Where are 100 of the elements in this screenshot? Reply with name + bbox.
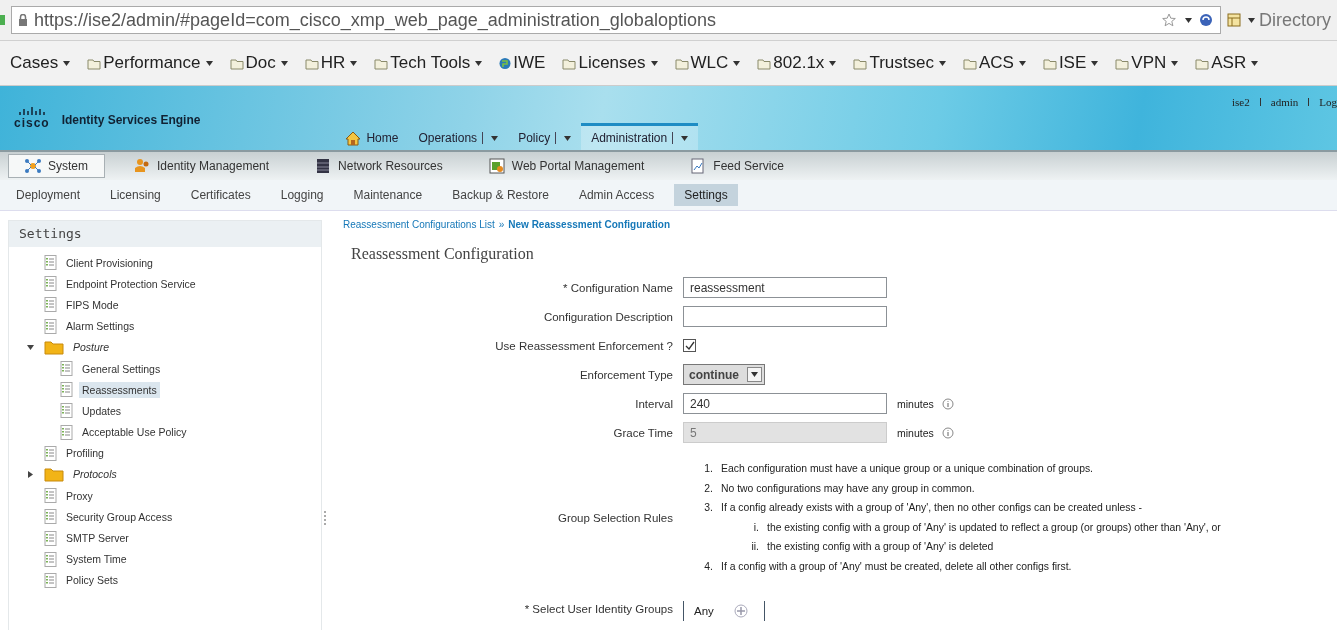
- user-link[interactable]: admin: [1270, 96, 1299, 108]
- tree-item[interactable]: System Time: [63, 551, 130, 568]
- product-name: Identity Services Engine: [61, 113, 201, 127]
- bookmark[interactable]: Tech Tools: [374, 53, 483, 73]
- tree-item[interactable]: FIPS Mode: [63, 296, 122, 313]
- field-label: Group Selection Rules: [556, 511, 673, 524]
- list-marker: 4.: [703, 560, 713, 572]
- text-field[interactable]: reassessment: [683, 277, 887, 298]
- document-icon: [60, 424, 73, 440]
- bookmark[interactable]: WLC: [674, 53, 741, 73]
- sub-tab[interactable]: Logging: [270, 184, 334, 206]
- document-icon: [44, 488, 57, 504]
- tree-item[interactable]: SMTP Server: [63, 530, 132, 547]
- sub-tab[interactable]: Deployment: [6, 184, 91, 206]
- tree-item[interactable]: Posture: [70, 339, 113, 356]
- sub-tab[interactable]: Settings: [674, 184, 738, 206]
- bookmark[interactable]: VPN: [1115, 53, 1179, 73]
- document-icon: [60, 361, 73, 377]
- bookmark[interactable]: ASR: [1195, 53, 1259, 73]
- folder-icon: [1042, 56, 1057, 70]
- nav-tab[interactable]: Administration: [581, 123, 699, 150]
- folder-icon: [1195, 56, 1210, 70]
- address-bar[interactable]: https://ise2/admin/#pageId=com_cisco_xmp_web_page_administration_globaloptions: [11, 6, 1221, 34]
- user-link[interactable]: Log: [1319, 96, 1337, 108]
- folder-icon: [44, 466, 64, 483]
- folder-icon: [229, 56, 244, 70]
- sub-tab[interactable]: Admin Access: [568, 184, 665, 206]
- section-tab[interactable]: Web Portal Management: [471, 154, 662, 178]
- caret-icon: [1248, 17, 1255, 23]
- list-marker: 3.: [703, 502, 713, 514]
- bookmark[interactable]: 802.1x: [757, 53, 837, 73]
- folder-icon: [44, 339, 64, 356]
- globe-icon: [499, 56, 512, 70]
- nav-tab[interactable]: Operations: [408, 123, 509, 150]
- list-marker: ii.: [750, 541, 759, 553]
- breadcrumb-link[interactable]: New Reassessment Configuration: [508, 219, 671, 230]
- bookmark[interactable]: Performance: [87, 53, 213, 73]
- bookmark[interactable]: Cases: [10, 53, 71, 73]
- tree-item[interactable]: Updates: [79, 402, 125, 419]
- bookmark[interactable]: IWE: [499, 53, 546, 73]
- bookmark[interactable]: Trustsec: [853, 53, 946, 73]
- plus-icon: [733, 603, 748, 618]
- tree-item[interactable]: Alarm Settings: [63, 318, 138, 335]
- field-label: Configuration Description: [542, 310, 673, 323]
- section-tab[interactable]: Identity Management: [117, 154, 287, 178]
- section-tab[interactable]: System: [8, 154, 105, 178]
- rule-text: If a config with a group of 'Any' must be created, delete all other configs first.: [721, 560, 1072, 572]
- tree-item[interactable]: Security Group Access: [63, 508, 176, 525]
- tree-item[interactable]: Protocols: [70, 466, 120, 483]
- document-icon: [60, 403, 73, 419]
- document-icon: [44, 297, 57, 313]
- nav-tab[interactable]: Home: [335, 123, 409, 150]
- document-icon: [44, 530, 57, 546]
- checkbox[interactable]: [683, 339, 696, 352]
- bookmark[interactable]: HR: [304, 53, 358, 73]
- dropdown[interactable]: continue: [683, 364, 765, 385]
- folder-icon: [757, 56, 772, 70]
- section-tab[interactable]: Feed Service: [673, 154, 801, 178]
- bookmark[interactable]: Doc: [229, 53, 288, 73]
- bookmark[interactable]: Licenses: [562, 53, 658, 73]
- tree-item[interactable]: Profiling: [63, 445, 107, 462]
- bookmark[interactable]: ACS: [962, 53, 1026, 73]
- breadcrumb-separator: »: [498, 219, 505, 230]
- tree-item[interactable]: General Settings: [79, 360, 164, 377]
- bookmark[interactable]: ISE: [1042, 53, 1099, 73]
- field-label: * Configuration Name: [562, 281, 673, 294]
- page-heading: Reassessment Configuration: [351, 245, 535, 263]
- text-field[interactable]: 240: [683, 393, 887, 414]
- document-icon: [44, 276, 57, 292]
- sub-tab[interactable]: Backup & Restore: [442, 184, 559, 206]
- splitter-handle[interactable]: [324, 511, 329, 525]
- folder-icon: [562, 56, 577, 70]
- tree-item[interactable]: Reassessments: [79, 381, 160, 398]
- rule-text: the existing config with a group of 'Any' is updated to reflect a group (or groups) other than 'Any', or: [767, 521, 1221, 533]
- directory-button[interactable]: Directory: [1227, 9, 1331, 31]
- star-icon: [1162, 13, 1176, 27]
- document-icon: [44, 551, 57, 567]
- section-tab[interactable]: Network Resources: [298, 154, 460, 178]
- sub-tab[interactable]: Maintenance: [343, 184, 433, 206]
- logo-text: cisco: [14, 116, 50, 130]
- lock-icon: [18, 14, 28, 26]
- rule-text: Each configuration must have a unique group or a unique combination of groups.: [721, 463, 1093, 475]
- breadcrumb-link[interactable]: Reassessment Configurations List: [343, 219, 495, 230]
- folder-icon: [374, 56, 389, 70]
- user-link[interactable]: ise2: [1232, 96, 1250, 108]
- tree-item[interactable]: Proxy: [63, 487, 96, 504]
- group-picker[interactable]: Any: [683, 600, 765, 621]
- tree-item[interactable]: Acceptable Use Policy: [79, 424, 190, 441]
- document-icon: [44, 509, 57, 525]
- field-label: Enforcement Type: [578, 368, 673, 381]
- sub-tab[interactable]: Licensing: [100, 184, 171, 206]
- nav-tab[interactable]: Policy: [508, 123, 582, 150]
- text-field[interactable]: [683, 306, 887, 327]
- tree-item[interactable]: Endpoint Protection Service: [63, 275, 199, 292]
- tree-item[interactable]: Policy Sets: [63, 572, 121, 589]
- field-label: Use Reassessment Enforcement ?: [494, 339, 673, 352]
- logo-bars-icon: [18, 107, 45, 116]
- network-nodes-icon: [25, 158, 41, 174]
- tree-item[interactable]: Client Provisioning: [63, 254, 156, 271]
- sub-tab[interactable]: Certificates: [180, 184, 261, 206]
